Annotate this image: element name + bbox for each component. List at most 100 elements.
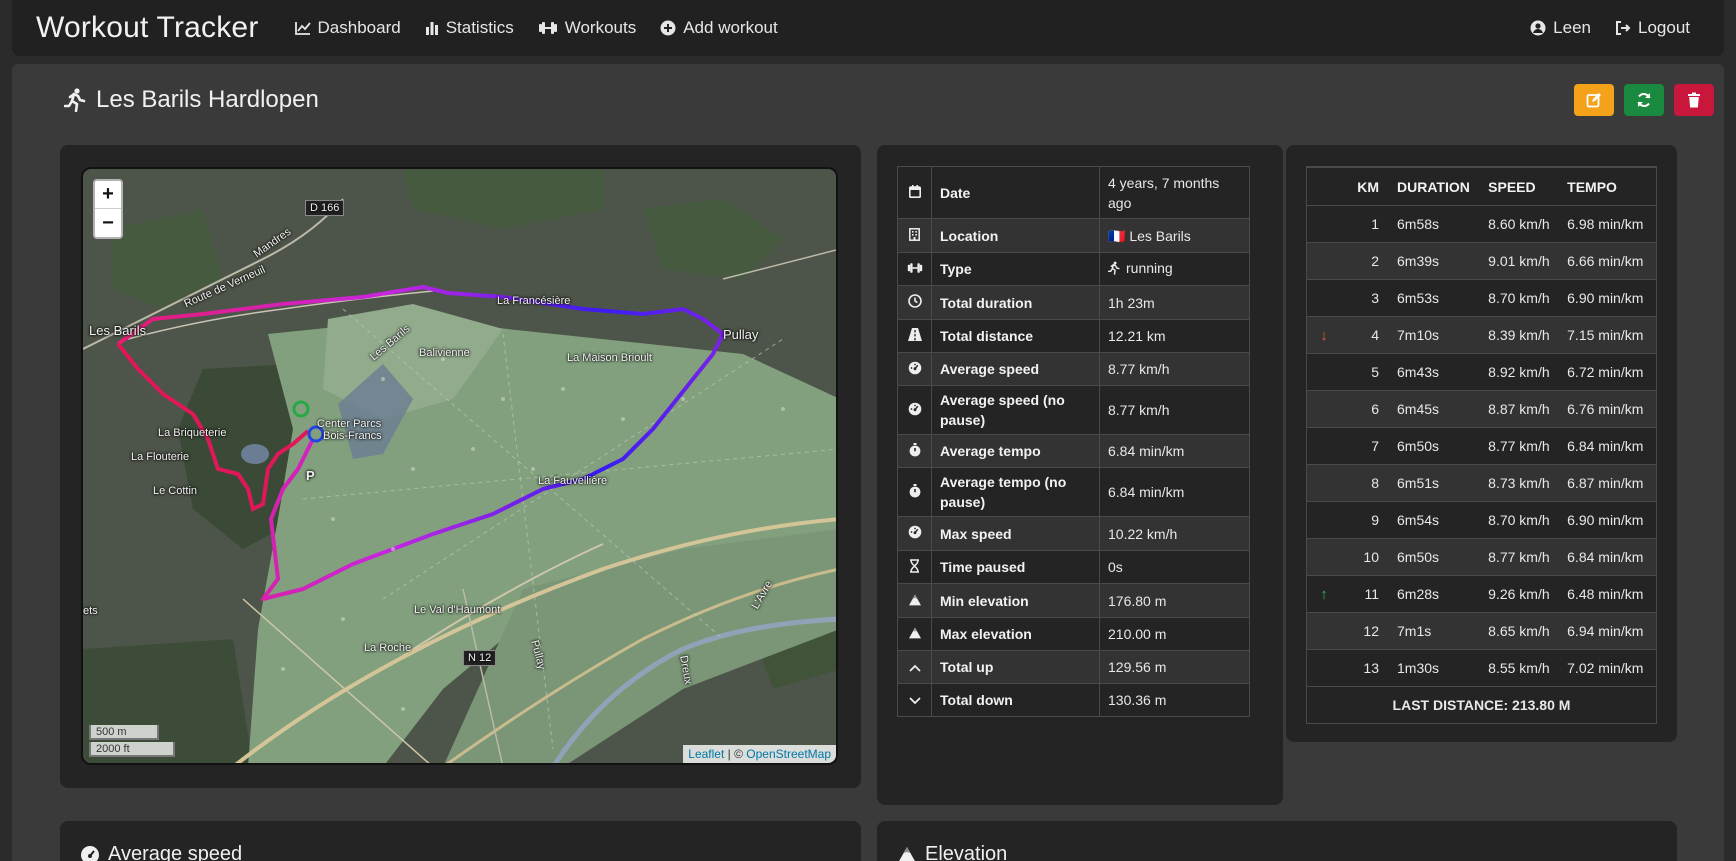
average-speed-title: Average speed <box>108 843 243 861</box>
detail-value: 10.22 km/h <box>1099 516 1250 551</box>
split-duration: 6m54s <box>1391 501 1483 539</box>
zoom-in-button[interactable]: + <box>95 181 121 209</box>
leaflet-link[interactable]: Leaflet <box>688 747 724 761</box>
split-row: 9 6m54s 8.70 km/h 6.90 min/km <box>1307 501 1656 539</box>
split-row: 12 7m1s 8.65 km/h 6.94 min/km <box>1307 612 1656 650</box>
detail-value: 6.84 min/km <box>1099 434 1250 468</box>
map-label-d166: D 166 <box>305 200 345 216</box>
split-km: 6 <box>1341 390 1391 428</box>
map-label-les-barils: Les Barils <box>89 323 147 338</box>
plus-circle-icon <box>660 20 676 36</box>
split-tempo: 6.76 min/km <box>1561 390 1656 428</box>
detail-label: Time paused <box>931 550 1100 584</box>
detail-label: Total distance <box>931 319 1100 353</box>
split-row: 6 6m45s 8.87 km/h 6.76 min/km <box>1307 390 1656 428</box>
detail-value: 1h 23m <box>1099 285 1250 320</box>
detail-label: Total up <box>931 650 1100 684</box>
map-label-le-cottin: Le Cottin <box>153 485 198 497</box>
detail-label: Average tempo <box>931 434 1100 468</box>
refresh-icon <box>1637 93 1651 107</box>
building-icon <box>909 227 920 244</box>
split-duration: 6m28s <box>1391 575 1483 613</box>
map-scale: 500 m 2000 ft <box>89 723 175 757</box>
map-label-la-roche: La Roche <box>364 642 412 654</box>
split-duration: 6m39s <box>1391 242 1483 280</box>
split-km: 11 <box>1341 575 1391 613</box>
detail-value: 129.56 m <box>1099 650 1250 684</box>
route-map[interactable]: D 166 Mandres Route de Verneuil Les Bari… <box>81 167 838 765</box>
detail-value: 🇫🇷 Les Barils <box>1099 218 1250 253</box>
nav-dashboard[interactable]: Dashboard <box>283 0 413 56</box>
split-row: 1 6m58s 8.60 km/h 6.98 min/km <box>1307 205 1656 243</box>
detail-row: Total distance 12.21 km <box>897 319 1250 353</box>
detail-label: Location <box>931 218 1100 253</box>
split-speed: 9.26 km/h <box>1482 575 1562 613</box>
split-tempo: 6.90 min/km <box>1561 279 1656 317</box>
split-tempo: 6.84 min/km <box>1561 538 1656 576</box>
delete-button[interactable] <box>1674 84 1714 116</box>
split-row: ↓ 4 7m10s 8.39 km/h 7.15 min/km <box>1307 316 1656 354</box>
detail-row: Max elevation 210.00 m <box>897 617 1250 651</box>
detail-label: Average tempo (no pause) <box>931 467 1100 517</box>
openstreetmap-link[interactable]: OpenStreetMap <box>746 747 831 761</box>
detail-row: Type running <box>897 252 1250 286</box>
details-card: Date 4 years, 7 months ago Location 🇫🇷 Les … <box>877 145 1283 805</box>
split-row: 13 1m30s 8.55 km/h 7.02 min/km <box>1307 649 1656 687</box>
split-tempo: 6.94 min/km <box>1561 612 1656 650</box>
calendar-icon <box>908 184 921 201</box>
detail-row: Total down 130.36 m <box>897 683 1250 717</box>
splits-card: KM DURATION SPEED TEMPO 1 6m58s 8.60 km/h 6.98… <box>1286 145 1677 742</box>
split-speed: 9.01 km/h <box>1482 242 1562 280</box>
nav-statistics-label: Statistics <box>445 18 514 37</box>
gauge-icon <box>908 525 922 542</box>
nav-statistics[interactable]: Statistics <box>413 0 526 56</box>
detail-label: Date <box>931 166 1100 219</box>
split-speed: 8.77 km/h <box>1482 538 1562 576</box>
split-speed: 8.87 km/h <box>1482 390 1562 428</box>
nav-logout[interactable]: Logout <box>1603 0 1702 56</box>
nav-workouts[interactable]: Workouts <box>526 0 649 56</box>
elevation-header: Elevation <box>897 843 1007 861</box>
split-km: 8 <box>1341 464 1391 502</box>
split-speed: 8.65 km/h <box>1482 612 1562 650</box>
bar-chart-icon <box>425 22 438 35</box>
map-label-pullay: Pullay <box>723 327 759 342</box>
map-label-ets: ets <box>83 605 98 617</box>
split-speed: 8.70 km/h <box>1482 501 1562 539</box>
arrow-up-icon: ↑ <box>1320 585 1328 603</box>
refresh-button[interactable] <box>1624 84 1664 116</box>
detail-row: Average speed 8.77 km/h <box>897 352 1250 386</box>
map-card: D 166 Mandres Route de Verneuil Les Bari… <box>60 145 861 788</box>
attribution-separator: | © <box>724 747 747 761</box>
map-label-la-fauvelliere: La Fauvellière <box>538 475 608 487</box>
detail-row: Average tempo (no pause) 6.84 min/km <box>897 467 1250 517</box>
gauge-icon <box>81 845 99 861</box>
edit-button[interactable] <box>1574 84 1614 116</box>
detail-label: Average speed (no pause) <box>931 385 1100 435</box>
nav-add-workout[interactable]: Add workout <box>648 0 790 56</box>
brand-title[interactable]: Workout Tracker <box>36 11 259 45</box>
split-row: 10 6m50s 8.77 km/h 6.84 min/km <box>1307 538 1656 576</box>
map-label-parking: P <box>306 468 315 483</box>
map-label-la-francesiere: La Francésière <box>497 295 571 307</box>
elevation-card: Elevation <box>877 821 1677 861</box>
split-speed: 8.73 km/h <box>1482 464 1562 502</box>
zoom-out-button[interactable]: − <box>95 209 121 237</box>
detail-row: Location 🇫🇷 Les Barils <box>897 218 1250 253</box>
split-tempo: 6.48 min/km <box>1561 575 1656 613</box>
nav-add-workout-label: Add workout <box>683 18 778 37</box>
detail-value: 6.84 min/km <box>1099 467 1250 517</box>
split-tempo: 7.15 min/km <box>1561 316 1656 354</box>
detail-value: 8.77 km/h <box>1099 385 1250 435</box>
split-km: 5 <box>1341 353 1391 391</box>
map-attribution: Leaflet | © OpenStreetMap <box>683 745 836 763</box>
nav-user-menu: Leen Logout <box>1518 0 1702 56</box>
nav-user[interactable]: Leen <box>1518 0 1603 56</box>
map-label-le-val-haumont: Le Val d'Haumont <box>414 604 501 616</box>
split-row: 5 6m43s 8.92 km/h 6.72 min/km <box>1307 353 1656 391</box>
navbar: Workout Tracker Dashboard Statistics Wor… <box>12 0 1724 56</box>
stopwatch-icon <box>909 483 921 501</box>
logout-icon <box>1616 21 1631 35</box>
detail-row: Total up 129.56 m <box>897 650 1250 684</box>
split-tempo: 6.90 min/km <box>1561 501 1656 539</box>
